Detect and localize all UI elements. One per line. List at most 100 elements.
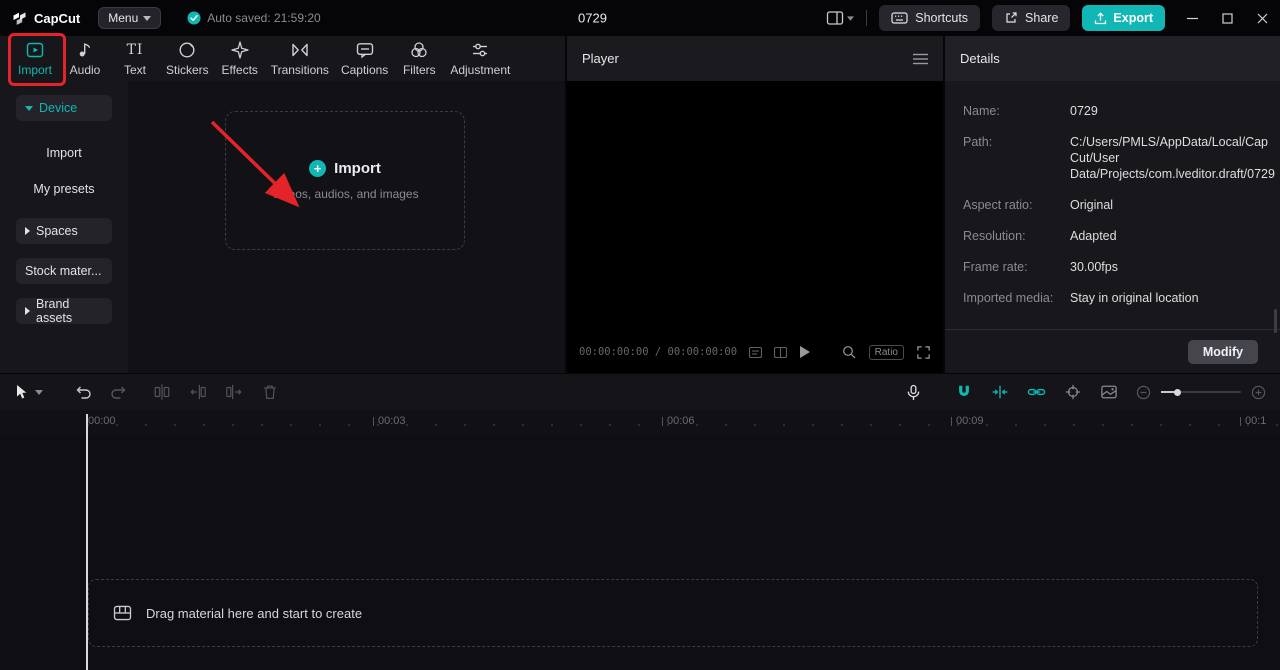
minimize-button[interactable] — [1187, 13, 1198, 24]
chevron-down-icon — [847, 15, 855, 21]
tab-label: Audio — [69, 63, 101, 77]
transition-icon — [290, 40, 310, 60]
menu-button[interactable]: Menu — [98, 7, 162, 29]
sidebar-item-device[interactable]: Device — [16, 95, 112, 121]
sidebar-item-import[interactable]: Import — [46, 146, 81, 160]
timeline-drop-zone[interactable]: Drag material here and start to create — [88, 579, 1258, 647]
details-header: Details — [945, 36, 1280, 81]
sidebar-item-label: Spaces — [36, 224, 78, 238]
undo-button[interactable] — [75, 385, 92, 400]
detail-label: Frame rate: — [963, 260, 1028, 274]
sidebar-item-label: Brand assets — [36, 297, 73, 325]
select-cursor-button[interactable] — [14, 384, 29, 400]
ruler-tick — [373, 416, 374, 426]
titlebar-actions: Shortcuts Share Export — [826, 5, 1268, 31]
detail-label: Path: — [963, 135, 993, 149]
trim-left-icon[interactable] — [189, 383, 207, 401]
sidebar-item-spaces[interactable]: Spaces — [16, 218, 112, 244]
trim-right-icon[interactable] — [225, 383, 243, 401]
fullscreen-icon[interactable] — [916, 345, 931, 360]
ruler-mark: 00:03 — [373, 415, 406, 427]
layout-switch-button[interactable] — [826, 10, 855, 26]
export-button[interactable]: Export — [1082, 5, 1165, 31]
linking-icon[interactable] — [1027, 385, 1046, 399]
player-controls: 00:00:00:00 / 00:00:00:00 Ratio — [567, 331, 943, 373]
modify-button[interactable]: Modify — [1188, 339, 1258, 364]
cover-icon[interactable] — [1100, 384, 1118, 400]
tab-label: Captions — [340, 63, 389, 77]
tab-text[interactable]: TI Text — [110, 40, 160, 77]
detail-label: Resolution: — [963, 229, 1026, 243]
tab-captions[interactable]: Captions — [335, 40, 394, 77]
window-controls — [1187, 12, 1268, 24]
import-canvas: + Import Videos, audios, and images — [128, 81, 565, 373]
capcut-logo-icon — [12, 10, 28, 26]
preview-quality-icon[interactable] — [749, 346, 763, 358]
tab-filters[interactable]: Filters — [394, 40, 444, 77]
delete-icon[interactable] — [261, 383, 279, 401]
preview-axis-icon[interactable] — [1064, 384, 1082, 400]
play-button[interactable] — [799, 345, 811, 359]
maximize-button[interactable] — [1222, 12, 1233, 24]
playhead[interactable] — [86, 414, 88, 670]
sidebar-item-stock-material[interactable]: Stock mater... — [16, 258, 112, 284]
detail-value-aspect-ratio: Original — [1070, 198, 1114, 212]
detail-label: Imported media: — [963, 291, 1054, 305]
timecode: 00:00:00:00 / 00:00:00:00 — [579, 346, 738, 358]
sidebar-item-label: Stock mater... — [25, 264, 102, 278]
zoom-in-icon[interactable] — [1251, 385, 1266, 400]
mirror-preview-icon[interactable] — [774, 346, 788, 358]
zoom-out-icon[interactable] — [1136, 385, 1151, 400]
titlebar: CapCut Menu Auto saved: 21:59:20 0729 Sh… — [0, 0, 1280, 36]
player-header: Player — [567, 36, 943, 81]
sticker-icon — [177, 40, 197, 60]
tab-audio[interactable]: Audio — [60, 40, 110, 77]
timeline-ruler[interactable]: 00:00 00:03 00:06 00:09 00:1 — [0, 410, 1280, 436]
tab-effects[interactable]: Effects — [215, 40, 265, 77]
tab-transitions[interactable]: Transitions — [265, 40, 335, 77]
tab-label: Effects — [221, 63, 258, 77]
detail-label: Name: — [963, 104, 1000, 118]
export-label: Export — [1113, 11, 1153, 25]
timeline-drop-hint: Drag material here and start to create — [146, 605, 363, 621]
share-button[interactable]: Share — [992, 5, 1071, 31]
timeline-zoom-slider[interactable] — [1161, 386, 1241, 398]
tab-adjustment[interactable]: Adjustment — [444, 40, 516, 77]
tab-stickers[interactable]: Stickers — [160, 40, 215, 77]
ruler-label: 00:06 — [667, 415, 695, 427]
record-voiceover-button[interactable] — [906, 384, 921, 401]
ruler-label: 00:09 — [956, 415, 984, 427]
export-icon — [1094, 11, 1107, 25]
tab-import[interactable]: Import — [10, 40, 60, 77]
triangle-right-icon — [25, 307, 30, 315]
zoom-fit-icon[interactable] — [841, 344, 857, 360]
share-label: Share — [1025, 11, 1059, 25]
ruler-label: 00:03 — [378, 415, 406, 427]
shortcuts-button[interactable]: Shortcuts — [879, 5, 981, 31]
ruler-tick — [662, 416, 663, 426]
chevron-down-icon[interactable] — [35, 389, 43, 395]
sidebar-item-my-presets[interactable]: My presets — [33, 182, 94, 196]
app-name: CapCut — [34, 10, 81, 26]
hamburger-menu-icon[interactable] — [913, 53, 928, 65]
main-track-magnet-icon[interactable] — [955, 384, 973, 400]
ratio-button[interactable]: Ratio — [868, 344, 904, 360]
slider-knob[interactable] — [1174, 388, 1181, 396]
import-drop-zone[interactable]: + Import Videos, audios, and images — [225, 111, 465, 250]
auto-ripple-icon[interactable] — [991, 384, 1009, 400]
filters-icon — [409, 40, 429, 60]
close-button[interactable] — [1257, 13, 1268, 24]
details-panel: Details Name: 0729 Path: C:/Users/PMLS/A… — [945, 36, 1280, 373]
details-scrollbar[interactable] — [1274, 309, 1277, 333]
detail-value-path: C:/Users/PMLS/AppData/Local/CapCut/User … — [1070, 135, 1275, 181]
titlebar-divider — [866, 10, 868, 26]
sparkle-icon — [230, 40, 250, 60]
captions-icon — [355, 40, 375, 60]
media-track-icon — [113, 605, 132, 621]
split-icon[interactable] — [153, 383, 171, 401]
player-panel: Player 00:00:00:00 / 00:00:00:00 Ratio — [567, 36, 943, 373]
player-title: Player — [582, 51, 619, 66]
redo-button[interactable] — [110, 385, 127, 400]
media-tabs: Import Audio TI Text Stickers Effects Tr… — [0, 36, 565, 81]
sidebar-item-brand-assets[interactable]: Brand assets — [16, 297, 112, 325]
